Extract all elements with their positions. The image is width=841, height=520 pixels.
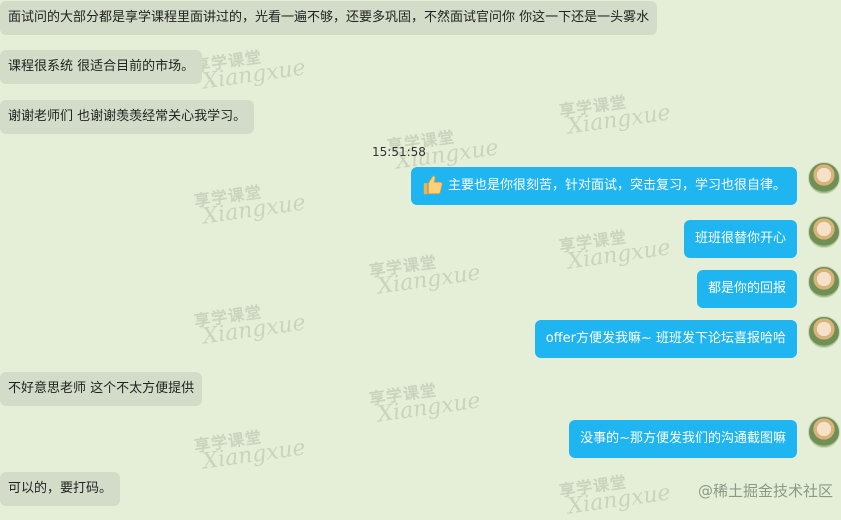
message-bubble-received[interactable]: 谢谢老师们 也谢谢羡羡经常关心我学习。 — [0, 100, 255, 134]
watermark: 享学课堂 Xiangxue — [193, 302, 308, 350]
avatar[interactable] — [808, 316, 840, 348]
message-bubble-sent[interactable]: 都是你的回报 — [696, 270, 797, 308]
message-bubble-sent[interactable]: 主要也是你很刻苦，针对面试，突击复习，学习也很自律。 — [410, 167, 797, 205]
watermark: 享学课堂 Xiangxue — [368, 252, 483, 300]
message-bubble-received[interactable]: 面试问的大部分都是享学课程里面讲过的，光看一遍不够，还要多巩固，不然面试官问你 … — [0, 1, 658, 35]
message-bubble-received[interactable]: 课程很系统 很适合目前的市场。 — [0, 50, 203, 84]
watermark: 享学课堂 Xiangxue — [193, 427, 308, 475]
watermark: 享学课堂 Xiangxue — [558, 227, 673, 275]
message-bubble-sent[interactable]: offer方便发我嘛~ 班班发下论坛喜报哈哈 — [534, 320, 797, 358]
watermark: 享学课堂 Xiangxue — [558, 472, 673, 520]
thumbs-up-icon — [423, 174, 443, 194]
watermark: 享学课堂 Xiangxue — [558, 92, 673, 140]
message-timestamp: 15:51:58 — [372, 145, 426, 159]
avatar[interactable] — [808, 216, 840, 248]
avatar[interactable] — [808, 162, 840, 194]
message-bubble-received[interactable]: 不好意思老师 这个不太方便提供 — [0, 372, 203, 406]
message-text: 主要也是你很刻苦，针对面试，突击复习，学习也很自律。 — [447, 178, 786, 193]
footer-watermark: @稀土掘金技术社区 — [697, 482, 833, 500]
watermark: 享学课堂 Xiangxue — [368, 380, 483, 428]
watermark: 享学课堂 Xiangxue — [193, 182, 308, 230]
avatar[interactable] — [808, 416, 840, 448]
message-bubble-sent[interactable]: 没事的~那方便发我们的沟通截图嘛 — [569, 420, 797, 458]
message-bubble-received[interactable]: 可以的，要打码。 — [0, 472, 121, 506]
watermark: 享学课堂 Xiangxue — [193, 47, 308, 95]
message-bubble-sent[interactable]: 班班很替你开心 — [683, 220, 797, 258]
avatar[interactable] — [808, 266, 840, 298]
